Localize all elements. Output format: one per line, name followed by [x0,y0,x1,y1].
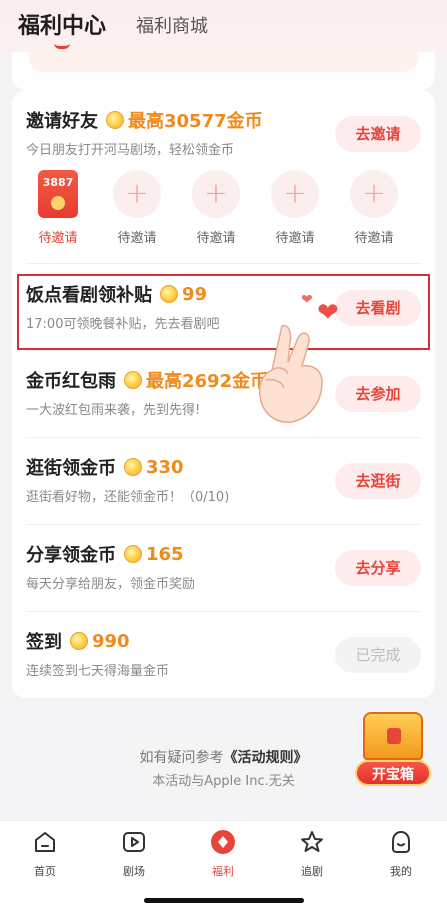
task-title-row: 分享领金币 165 [26,541,184,567]
task-title-row: 金币红包雨 最高2692金币 [26,367,268,393]
task-title: 邀请好友 [26,111,98,132]
share-button[interactable]: 去分享 [335,550,421,586]
home-icon [35,832,55,852]
task-reward: 99 [182,283,208,305]
top-tabs: 福利中心 福利商城 [0,0,447,52]
finger-heart-hand-icon [258,324,323,423]
invite-slot-5[interactable]: + 待邀请 [342,170,406,246]
task-title: 逛街领金币 [26,458,116,479]
task-subtitle: 今日朋友打开河马剧场，轻松领金币 [26,143,235,158]
gold-coin-icon [124,458,142,476]
task-title-row: 逛街领金币 330 [26,454,184,480]
invite-slot-label: 待邀请 [196,231,236,246]
tab-label: 我的 [390,865,412,878]
tab-home[interactable]: 首页 [15,829,75,879]
task-title: 分享领金币 [26,545,116,566]
gold-coin-icon [106,111,124,129]
completed-button[interactable]: 已完成 [335,637,421,673]
invite-slot-label: 待邀请 [275,231,315,246]
join-button[interactable]: 去参加 [335,376,421,412]
tab-welfare[interactable]: 福利 [193,829,253,879]
task-subtitle: 17:00可领晚餐补贴，先去看剧吧 [26,317,220,332]
task-title-row: 邀请好友 最高30577金币 [26,107,263,133]
gold-coin-icon [124,545,142,563]
plus-icon: + [350,170,398,218]
gold-coin-icon [70,632,88,650]
task-title: 金币红包雨 [26,371,116,392]
invite-slot-label: 待邀请 [117,231,157,246]
tab-label: 福利 [212,865,234,878]
welfare-diamond-icon [211,830,235,854]
home-indicator [144,898,304,903]
invite-slots: 3887 待邀请 + 待邀请 + 待邀请 + 待邀请 + 待邀请 [26,170,421,250]
rules-link[interactable]: 《活动规则》 [224,750,308,766]
treasure-chest-icon [363,712,423,760]
invite-slot-3[interactable]: + 待邀请 [184,170,248,246]
star-icon [301,831,323,852]
task-reward: 最高2692金币 [146,371,269,392]
task-subtitle: 每天分享给朋友，领金币奖励 [26,577,196,592]
treasure-box-label: 开宝箱 [355,760,431,786]
invite-slot-label: 待邀请 [38,231,78,246]
task-invite-friends: 邀请好友 最高30577金币 今日朋友打开河马剧场，轻松领金币 去邀请 [12,90,435,176]
task-share: 分享领金币 165 每天分享给朋友，领金币奖励 去分享 [12,524,435,610]
invite-button[interactable]: 去邀请 [335,116,421,152]
gold-coin-icon [160,285,178,303]
watch-drama-button[interactable]: 去看剧 [335,290,421,326]
task-subtitle: 连续签到七天得海量金币 [26,664,170,679]
go-shopping-button[interactable]: 去逛街 [335,463,421,499]
task-title: 签到 [26,632,62,653]
tab-welfare-center[interactable]: 福利中心 [18,8,107,49]
treasure-box-button[interactable]: 开宝箱 [353,710,433,790]
tab-welfare-center-label: 福利中心 [18,14,107,39]
envelope-lock-icon [51,196,65,210]
invite-slot-1[interactable]: 3887 待邀请 [26,170,90,246]
gold-coin-icon [124,371,142,389]
tab-welfare-mall[interactable]: 福利商城 [136,12,208,40]
invite-slot-label: 待邀请 [354,231,394,246]
tab-theater[interactable]: 剧场 [104,829,164,879]
tab-label: 剧场 [123,865,145,878]
play-icon [123,832,145,852]
tab-label: 追剧 [301,865,323,878]
task-reward: 990 [92,630,130,652]
profile-icon [392,830,410,853]
tab-mine[interactable]: 我的 [371,829,431,879]
tab-follow[interactable]: 追剧 [282,829,342,879]
task-red-packet-rain: 金币红包雨 最高2692金币 一大波红包雨来袭，先到先得! 去参加 [12,350,435,436]
task-subtitle: 一大波红包雨来袭，先到先得! [26,403,201,418]
task-check-in: 签到 990 连续签到七天得海量金币 已完成 [12,611,435,697]
task-meal-subsidy: 饭点看剧领补贴 99 17:00可领晚餐补贴，先去看剧吧 去看剧 [12,264,435,350]
task-reward: 最高30577金币 [128,111,263,132]
plus-icon: + [192,170,240,218]
active-tab-indicator [54,43,70,49]
invite-slot-4[interactable]: + 待邀请 [263,170,327,246]
task-shopping: 逛街领金币 330 逛街看好物，还能领金币！（0/10) 去逛街 [12,437,435,523]
invite-slot-2[interactable]: + 待邀请 [105,170,169,246]
red-envelope-amount: 3887 [42,176,74,189]
task-title-row: 饭点看剧领补贴 99 [26,281,207,307]
plus-icon: + [113,170,161,218]
task-reward: 330 [146,456,184,478]
task-reward: 165 [146,543,184,565]
task-subtitle: 逛街看好物，还能领金币！（0/10) [26,490,230,505]
heart-icon: ❤ [301,292,313,308]
rules-prefix: 如有疑问参考 [139,750,224,766]
task-list-card: 邀请好友 最高30577金币 今日朋友打开河马剧场，轻松领金币 去邀请 3887… [12,90,435,698]
red-envelope-icon: 3887 [38,170,78,218]
task-title-row: 签到 990 [26,628,130,654]
plus-icon: + [271,170,319,218]
task-title: 饭点看剧领补贴 [26,285,152,306]
tab-label: 首页 [34,865,56,878]
